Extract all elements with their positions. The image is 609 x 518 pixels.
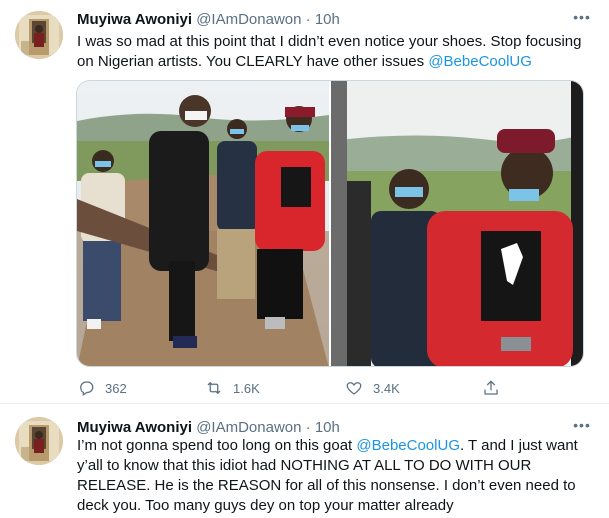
retweet-icon xyxy=(207,382,221,394)
author-handle[interactable]: @IAmDonawon xyxy=(196,11,301,28)
tweet-text: I was so mad at this point that I didn’t… xyxy=(77,32,587,72)
tweet-text-part: I’m not gonna spend too long on this goa… xyxy=(77,437,357,454)
author-handle[interactable]: @IAmDonawon xyxy=(196,419,301,436)
heart-icon xyxy=(346,382,362,395)
author-name[interactable]: Muyiwa Awoniyi xyxy=(77,419,192,436)
media-photo[interactable] xyxy=(77,81,329,366)
like-count: 3.4K xyxy=(373,380,400,396)
more-icon[interactable]: ••• xyxy=(571,10,593,30)
tweet-actions: 362 1.6K 3.4K xyxy=(77,376,577,400)
share-button[interactable] xyxy=(482,376,510,400)
reply-count: 362 xyxy=(105,380,127,396)
separator: · xyxy=(305,419,311,436)
tweet[interactable]: Muyiwa Awoniyi @IAmDonawon · 10h ••• I’m… xyxy=(0,404,609,518)
timestamp[interactable]: 10h xyxy=(315,419,340,436)
mention-link[interactable]: @BebeCoolUG xyxy=(428,53,532,70)
mention-link[interactable]: @BebeCoolUG xyxy=(356,437,460,454)
separator: · xyxy=(305,11,311,28)
retweet-count: 1.6K xyxy=(233,380,260,396)
tweet-header: Muyiwa Awoniyi @IAmDonawon · 10h xyxy=(77,10,340,30)
retweet-button[interactable]: 1.6K xyxy=(205,376,260,400)
reply-button[interactable]: 362 xyxy=(77,376,127,400)
avatar[interactable] xyxy=(15,11,63,59)
media-grid xyxy=(76,80,584,367)
avatar[interactable] xyxy=(15,417,63,465)
timestamp[interactable]: 10h xyxy=(315,11,340,28)
like-button[interactable]: 3.4K xyxy=(345,376,400,400)
tweet-text: I’m not gonna spend too long on this goa… xyxy=(77,436,587,516)
tweet-header: Muyiwa Awoniyi @IAmDonawon · 10h xyxy=(77,418,340,438)
media-photo[interactable] xyxy=(331,81,583,366)
share-icon xyxy=(484,380,498,395)
more-icon[interactable]: ••• xyxy=(571,418,593,438)
tweet[interactable]: Muyiwa Awoniyi @IAmDonawon · 10h ••• I w… xyxy=(0,0,609,404)
author-name[interactable]: Muyiwa Awoniyi xyxy=(77,11,192,28)
reply-icon xyxy=(80,381,94,396)
